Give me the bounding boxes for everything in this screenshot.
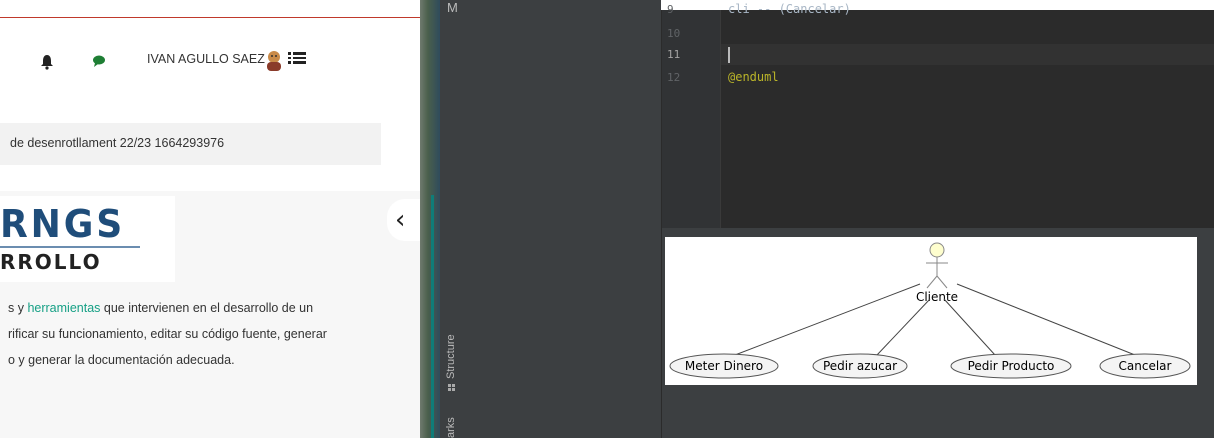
line-number: 9 [667,3,674,16]
description-line-3: o y generar la documentación adecuada. [8,353,235,367]
description-line-1: s y herramientas que intervienen en el d… [8,301,314,315]
user-name[interactable]: IVAN AGULLO SAEZ [147,52,265,66]
svg-text:Pedir azucar: Pedir azucar [823,359,897,373]
description-line-2: rificar su funcionamiento, editar su cód… [8,327,327,341]
menu-icon[interactable] [288,51,306,65]
uml-diagram: Cliente Meter Dinero Pedir azucar Pedir … [665,237,1197,385]
course-content: RNGS RROLLO s y herramientas que intervi… [0,191,420,438]
project-tool-window [463,0,661,438]
browser-panel: IVAN AGULLO SAEZ de desenrotllament 22/2… [0,0,420,438]
collapse-panel-button[interactable]: ‹ [387,199,423,241]
actor-label: Cliente [916,290,958,304]
use-case-meter-dinero[interactable]: Meter Dinero [669,353,779,379]
use-case-pedir-azucar[interactable]: Pedir azucar [812,353,908,379]
avatar[interactable] [264,49,284,71]
bell-icon[interactable] [40,54,54,70]
code-editor[interactable]: 9 10 11 12 cli -- (Cancelar) @enduml [662,2,1214,228]
tool-window-letter: M [447,0,458,15]
herramientas-link[interactable]: herramientas [27,301,100,315]
breadcrumb-text[interactable]: de desenrotllament 22/23 1664293976 [10,136,224,150]
use-case-pedir-producto[interactable]: Pedir Producto [950,353,1072,379]
top-navigation-bar: IVAN AGULLO SAEZ [0,42,420,82]
svg-text:Meter Dinero: Meter Dinero [685,359,763,373]
text-caret [728,47,730,63]
header-accent-line [0,17,420,18]
logo-underline [0,246,140,248]
window-edge-accent [431,195,434,438]
line-number-current: 11 [667,48,681,61]
use-case-cancelar[interactable]: Cancelar [1099,353,1191,379]
course-logo: RNGS RROLLO [0,196,175,282]
chevron-left-icon: ‹ [395,205,406,235]
logo-line-1: RNGS [0,202,126,246]
line-number-gutter: 9 10 11 12 [662,3,721,228]
line-number: 12 [667,71,681,84]
svg-text:Cancelar: Cancelar [1119,359,1172,373]
tool-window-strip: M Structure arks [440,0,464,438]
chat-icon[interactable] [92,54,106,68]
breadcrumb: de desenrotllament 22/23 1664293976 [0,123,381,165]
code-line[interactable]: cli -- (Cancelar) [728,2,851,16]
svg-text:Pedir Producto: Pedir Producto [968,359,1055,373]
code-line-enduml[interactable]: @enduml [728,70,779,84]
structure-icon [448,384,455,391]
logo-line-2: RROLLO [0,250,102,274]
window-divider [420,0,440,438]
actor-figure [926,242,948,289]
current-line-highlight [721,44,1214,65]
line-number: 10 [667,27,681,40]
